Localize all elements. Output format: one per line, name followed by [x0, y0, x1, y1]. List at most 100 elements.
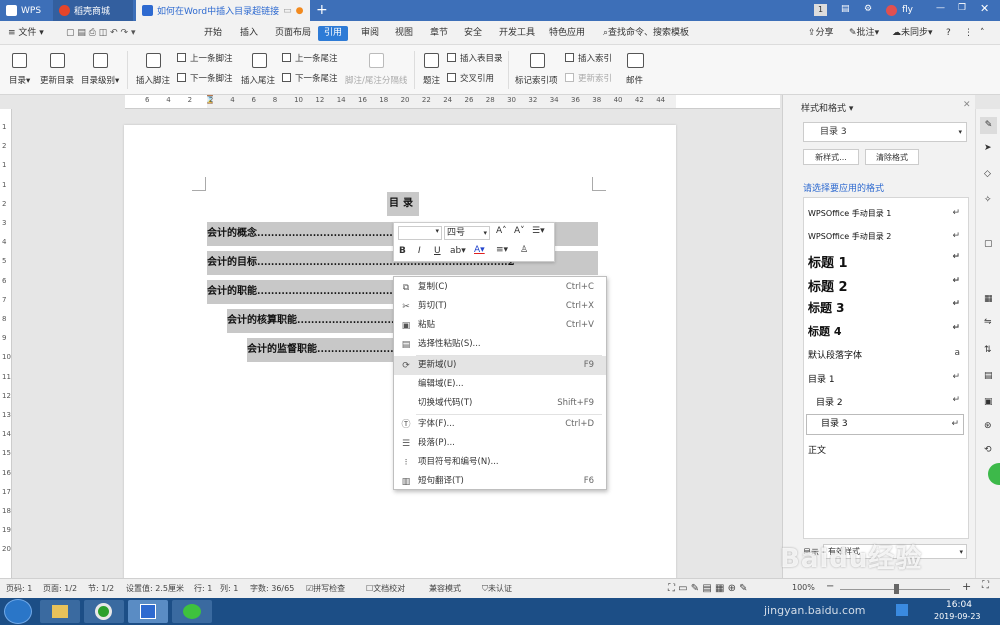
style-pane-icon[interactable]: ✎ [980, 117, 997, 134]
spell-check-status[interactable]: ☑拼写检查 [306, 583, 345, 594]
clock-time[interactable]: 16:04 [946, 600, 972, 610]
speed-ball-icon[interactable] [988, 463, 1000, 485]
menu-file[interactable]: ≡ 文件 ▾ [6, 26, 46, 41]
insert-footnote-button[interactable]: 插入脚注 [136, 74, 170, 86]
share-doc-icon[interactable]: ⇋ [984, 317, 992, 327]
tray-icon[interactable] [896, 604, 908, 616]
menu-item-paragraph[interactable]: ☰ 段落(P)... [394, 434, 606, 453]
user-name[interactable]: fly [902, 5, 913, 15]
menu-item-cut[interactable]: ✂ 剪切(T) Ctrl+X [394, 297, 606, 316]
compass-icon[interactable]: ⊛ [984, 421, 992, 431]
zoom-in-icon[interactable]: + [962, 580, 971, 593]
image-icon[interactable]: ▣ [984, 397, 993, 407]
menu-review[interactable]: 审阅 [359, 26, 381, 41]
menu-view[interactable]: 视图 [393, 26, 415, 41]
update-index-button[interactable]: 更新索引 [578, 72, 612, 84]
current-style-select[interactable]: 目录 3 ▾ [803, 122, 967, 142]
tools-icon[interactable]: ✧ [984, 195, 992, 205]
style-item-manual-toc-2[interactable]: WPSOffice 手动目录 2 ↵ [808, 231, 960, 242]
quick-access-icons[interactable]: ▢ ▤ ⎙ ◫ ↶ ↷ ▾ [64, 26, 137, 41]
more-icon[interactable]: ⋮ [962, 26, 975, 41]
insert-index-button[interactable]: 插入索引 [578, 52, 612, 64]
status-setting[interactable]: 设置值: 2.5厘米 [126, 583, 184, 594]
font-size-select[interactable]: 四号 ▾ [444, 226, 490, 240]
gallery-icon[interactable]: ▦ [984, 294, 993, 304]
update-toc-button[interactable]: 更新目录 [40, 74, 74, 86]
grow-font-icon[interactable]: A˄ [496, 226, 507, 236]
status-col[interactable]: 列: 1 [220, 583, 238, 594]
maximize-button[interactable]: ❐ [958, 3, 966, 13]
new-tab-icon[interactable]: + [316, 2, 328, 18]
menu-insert[interactable]: 插入 [238, 26, 260, 41]
fullscreen-icon[interactable]: ⛶ [982, 580, 989, 591]
menu-item-copy[interactable]: ⧉ 复制(C) Ctrl+C [394, 278, 606, 297]
zoom-slider-handle[interactable] [894, 584, 899, 594]
avatar[interactable] [886, 5, 897, 16]
next-footnote-button[interactable]: 下一条脚注 [190, 72, 233, 84]
mark-index-button[interactable]: 标记索引项 [515, 74, 558, 86]
horizontal-ruler[interactable]: ⌛ 6 4 2 2 4 6 8 10 12 14 16 18 20 22 24 26 28 30 32 34 36 38 4… [125, 95, 780, 109]
toc-title[interactable]: 目录 [387, 192, 419, 216]
command-search[interactable]: ⌕查找命令、搜索模板 [601, 26, 691, 41]
menu-item-bullets-numbering[interactable]: ⁝ 项目符号和编号(N)... [394, 453, 606, 472]
close-panel-icon[interactable]: ✕ [963, 100, 971, 110]
cross-reference-button[interactable]: 交叉引用 [460, 72, 494, 84]
tab-pin-icon[interactable]: ▭ [283, 6, 292, 16]
menu-item-edit-field[interactable]: 编辑域(E)... [394, 375, 606, 394]
shapes-icon[interactable]: ◇ [984, 169, 991, 179]
font-color-icon[interactable]: A▾ [474, 245, 485, 255]
status-word-count[interactable]: 字数: 36/65 [250, 583, 294, 594]
style-item-default-font[interactable]: 默认段落字体 a [808, 348, 960, 361]
new-style-button[interactable]: 新样式... [803, 149, 859, 165]
certification-status[interactable]: ⛉未认证 [482, 583, 512, 594]
select-pointer-icon[interactable]: ➤ [984, 143, 992, 153]
menu-security[interactable]: 安全 [462, 26, 484, 41]
status-section[interactable]: 节: 1/2 [88, 583, 114, 594]
clear-format-button[interactable]: 清除格式 [865, 149, 919, 165]
start-button[interactable] [4, 599, 32, 624]
menu-home[interactable]: 开始 [202, 26, 224, 41]
proofread-status[interactable]: ☐文档校对 [366, 583, 405, 594]
taskbar-wechat[interactable] [172, 600, 212, 623]
minimize-button[interactable]: — [936, 3, 945, 13]
toc-entry[interactable]: 会计的职能...................................… [207, 280, 397, 304]
collapse-ribbon-icon[interactable]: ˄ [978, 26, 987, 41]
toc-entry[interactable]: 会计的核算职能.................................… [227, 309, 397, 333]
panel-title[interactable]: 样式和格式 ▾ [801, 101, 853, 114]
menu-item-paste[interactable]: ▣ 粘贴 Ctrl+V [394, 316, 606, 335]
highlight-icon[interactable]: ab▾ [450, 246, 466, 256]
skin-icon[interactable]: ▤ [841, 4, 850, 14]
taskbar-wps[interactable] [128, 600, 168, 623]
sync-status[interactable]: ☁未同步▾ [890, 26, 935, 41]
style-item-toc-2[interactable]: 目录 2 ↵ [808, 395, 960, 408]
toc-button[interactable]: 目录▾ [9, 74, 30, 86]
style-item-heading-1[interactable]: 标题 1 ↵ [808, 252, 960, 271]
style-item-toc-1[interactable]: 目录 1 ↵ [808, 372, 960, 385]
menu-chapter[interactable]: 章节 [428, 26, 450, 41]
vertical-ruler[interactable]: 1 2 1 1 2 3 4 5 6 7 8 9 10 11 12 13 14 15 16 17 18 19 20 [0, 109, 12, 579]
history-icon[interactable]: ⟲ [984, 445, 992, 455]
style-item-normal[interactable]: 正文 [808, 443, 960, 456]
window-count-badge[interactable]: 1 [814, 4, 827, 16]
settings-icon[interactable]: ⚙ [864, 4, 872, 14]
status-page[interactable]: 页码: 1 [6, 583, 32, 594]
tab-docer[interactable]: 稻壳商城 [53, 0, 133, 21]
taskbar-browser[interactable] [84, 600, 124, 623]
menu-item-translate[interactable]: ▥ 短句翻译(T) F6 [394, 472, 606, 491]
style-item-toc-3[interactable]: 目录 3 ↵ [806, 414, 964, 435]
style-item-manual-toc-1[interactable]: WPSOffice 手动目录 1 ↵ [808, 208, 960, 219]
prev-footnote-button[interactable]: 上一条脚注 [190, 52, 233, 64]
prev-endnote-button[interactable]: 上一条尾注 [295, 52, 338, 64]
insert-endnote-button[interactable]: 插入尾注 [241, 74, 275, 86]
menu-item-paste-special[interactable]: ▤ 选择性粘贴(S)... [394, 335, 606, 354]
italic-button[interactable]: I [418, 246, 421, 256]
clock-date[interactable]: 2019-09-23 [934, 612, 981, 621]
bold-button[interactable]: B [399, 246, 406, 256]
comment-button[interactable]: ✎批注▾ [847, 26, 881, 41]
format-painter-icon[interactable]: ♙ [520, 245, 528, 255]
backup-icon[interactable]: ▢ [984, 239, 993, 249]
shrink-font-icon[interactable]: A˅ [514, 226, 525, 236]
toc-entry[interactable]: 会计的监督职能.................................… [247, 338, 397, 362]
close-button[interactable]: ✕ [980, 2, 989, 15]
style-item-heading-3[interactable]: 标题 3 ↵ [808, 299, 960, 316]
